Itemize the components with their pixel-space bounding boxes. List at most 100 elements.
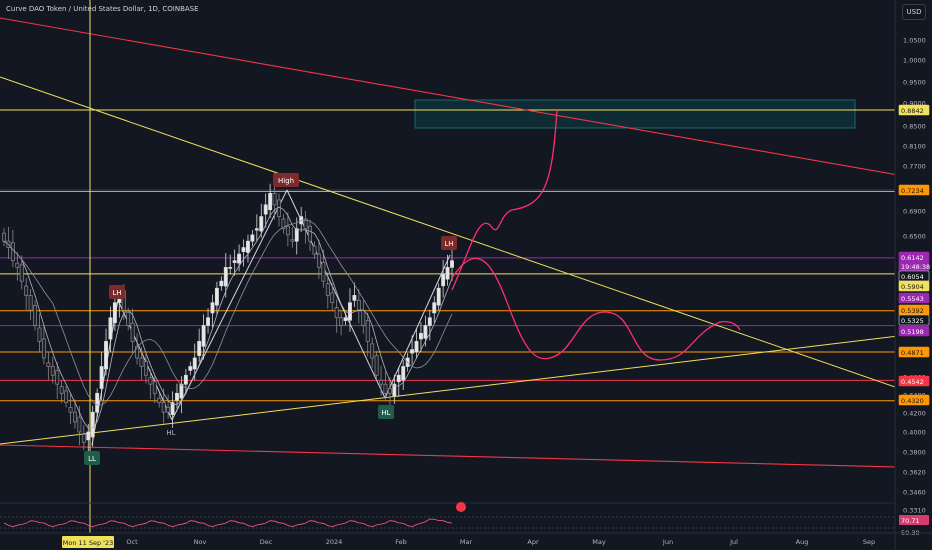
candle-body [104, 341, 108, 370]
candle-body [90, 411, 95, 438]
price-tag-label: 0.6054 [901, 273, 924, 281]
candle-body [450, 260, 454, 268]
candle-body [10, 242, 15, 262]
price-tag-label: 0.5392 [901, 307, 924, 315]
candle-body [237, 253, 242, 264]
time-tick-label: Apr [527, 538, 539, 546]
candle-body [210, 302, 215, 314]
candle-body [50, 366, 55, 376]
candle-body [441, 273, 446, 287]
price-tick-label: 0.3310 [903, 507, 926, 515]
candle-body [321, 262, 326, 282]
candle-body [19, 264, 24, 282]
candle-body [228, 267, 233, 269]
candle-body [192, 357, 197, 370]
annotation-label: HL [166, 429, 175, 437]
time-tick-label: Feb [395, 538, 407, 546]
price-tick-label: 0.8100 [903, 143, 926, 151]
candle-body [55, 370, 60, 385]
candle-body [28, 295, 33, 311]
candle-body [143, 361, 148, 376]
candle-body [99, 366, 104, 389]
candle-body [334, 307, 339, 319]
candle-body [86, 431, 91, 441]
crosshair-date-label: Mon 11 Sep '23 [63, 539, 113, 547]
candle-body [383, 383, 388, 394]
price-tag-label: 0.5904 [901, 283, 924, 291]
candle-body [161, 402, 166, 413]
candle-body [325, 283, 330, 296]
candle-body [316, 253, 321, 268]
chart-canvas[interactable]: HighLHLHHLLLHL 1.05001.00000.95000.90000… [0, 0, 932, 550]
candle-body [263, 204, 268, 215]
candle-body [197, 341, 202, 356]
candle-body [175, 392, 179, 401]
candle-body [201, 325, 206, 347]
time-tick-label: Nov [194, 538, 207, 546]
candle-body [343, 317, 348, 321]
candle-body [401, 366, 406, 381]
candle-body [361, 309, 366, 326]
candle-body [68, 407, 73, 413]
time-tick-label: Dec [260, 538, 273, 546]
candle-body [436, 287, 441, 306]
candle-body [130, 322, 135, 342]
candle-body [290, 239, 295, 242]
chart-background [0, 0, 932, 550]
candle-body [352, 295, 357, 301]
annotation-label: LL [88, 455, 96, 463]
candle-body [152, 381, 157, 394]
candle-body [330, 292, 335, 304]
candle-body [59, 386, 64, 394]
candle-body [348, 302, 352, 321]
candle-body [268, 193, 273, 211]
candle-body [232, 260, 237, 263]
candle-body [259, 216, 264, 232]
candle-body [179, 383, 184, 399]
candle-body [312, 245, 317, 255]
candle-body [432, 302, 437, 314]
candle-body [427, 317, 432, 326]
price-tick-label: 0.4000 [903, 429, 926, 437]
candle-body [272, 193, 277, 206]
candle-body [223, 267, 228, 287]
price-tick-label: 0.8500 [903, 123, 926, 131]
annotation-label: HL [381, 409, 390, 417]
candle-body [108, 317, 113, 340]
price-tick-label: 0.6500 [903, 233, 926, 241]
candle-body [41, 338, 46, 359]
price-tag-label: 0.4320 [901, 397, 924, 405]
candle-body [206, 317, 210, 326]
chart-title: Curve DAO Token / United States Dollar, … [6, 5, 199, 13]
price-tick-label: 0.7700 [903, 163, 926, 171]
candle-body [15, 262, 20, 268]
candle-body [219, 280, 224, 287]
candle-body [73, 411, 77, 423]
candle-body [2, 232, 6, 242]
candle-body [24, 285, 29, 296]
candle-body [246, 240, 250, 253]
price-tick-label: 0.3620 [903, 469, 926, 477]
price-tick-label: 0.6900 [903, 208, 926, 216]
candle-body [379, 379, 383, 385]
candle-body [285, 225, 290, 236]
time-tick-label: Sep [863, 538, 875, 546]
annotation-label: LH [112, 289, 121, 297]
candle-body [95, 392, 100, 413]
price-tag-label: 0.7234 [901, 187, 924, 195]
currency-button[interactable]: USD [902, 4, 926, 20]
candle-body [308, 225, 313, 242]
time-tick-label: 2024 [326, 538, 343, 546]
price-axis[interactable]: 1.05001.00000.95000.90000.85000.81000.77… [894, 0, 932, 550]
candle-body [356, 299, 361, 311]
time-tick-label: Aug [796, 538, 809, 546]
candle-body [294, 228, 299, 242]
candle-body [387, 388, 392, 394]
candle-body [46, 362, 51, 367]
candle-body [254, 228, 259, 231]
time-tick-label: May [592, 538, 606, 546]
price-tag-label: 0.8842 [901, 107, 924, 115]
candle-body [374, 355, 379, 376]
target-zone-layer [414, 99, 856, 129]
price-tag-label: 19:48:38 [901, 263, 930, 271]
